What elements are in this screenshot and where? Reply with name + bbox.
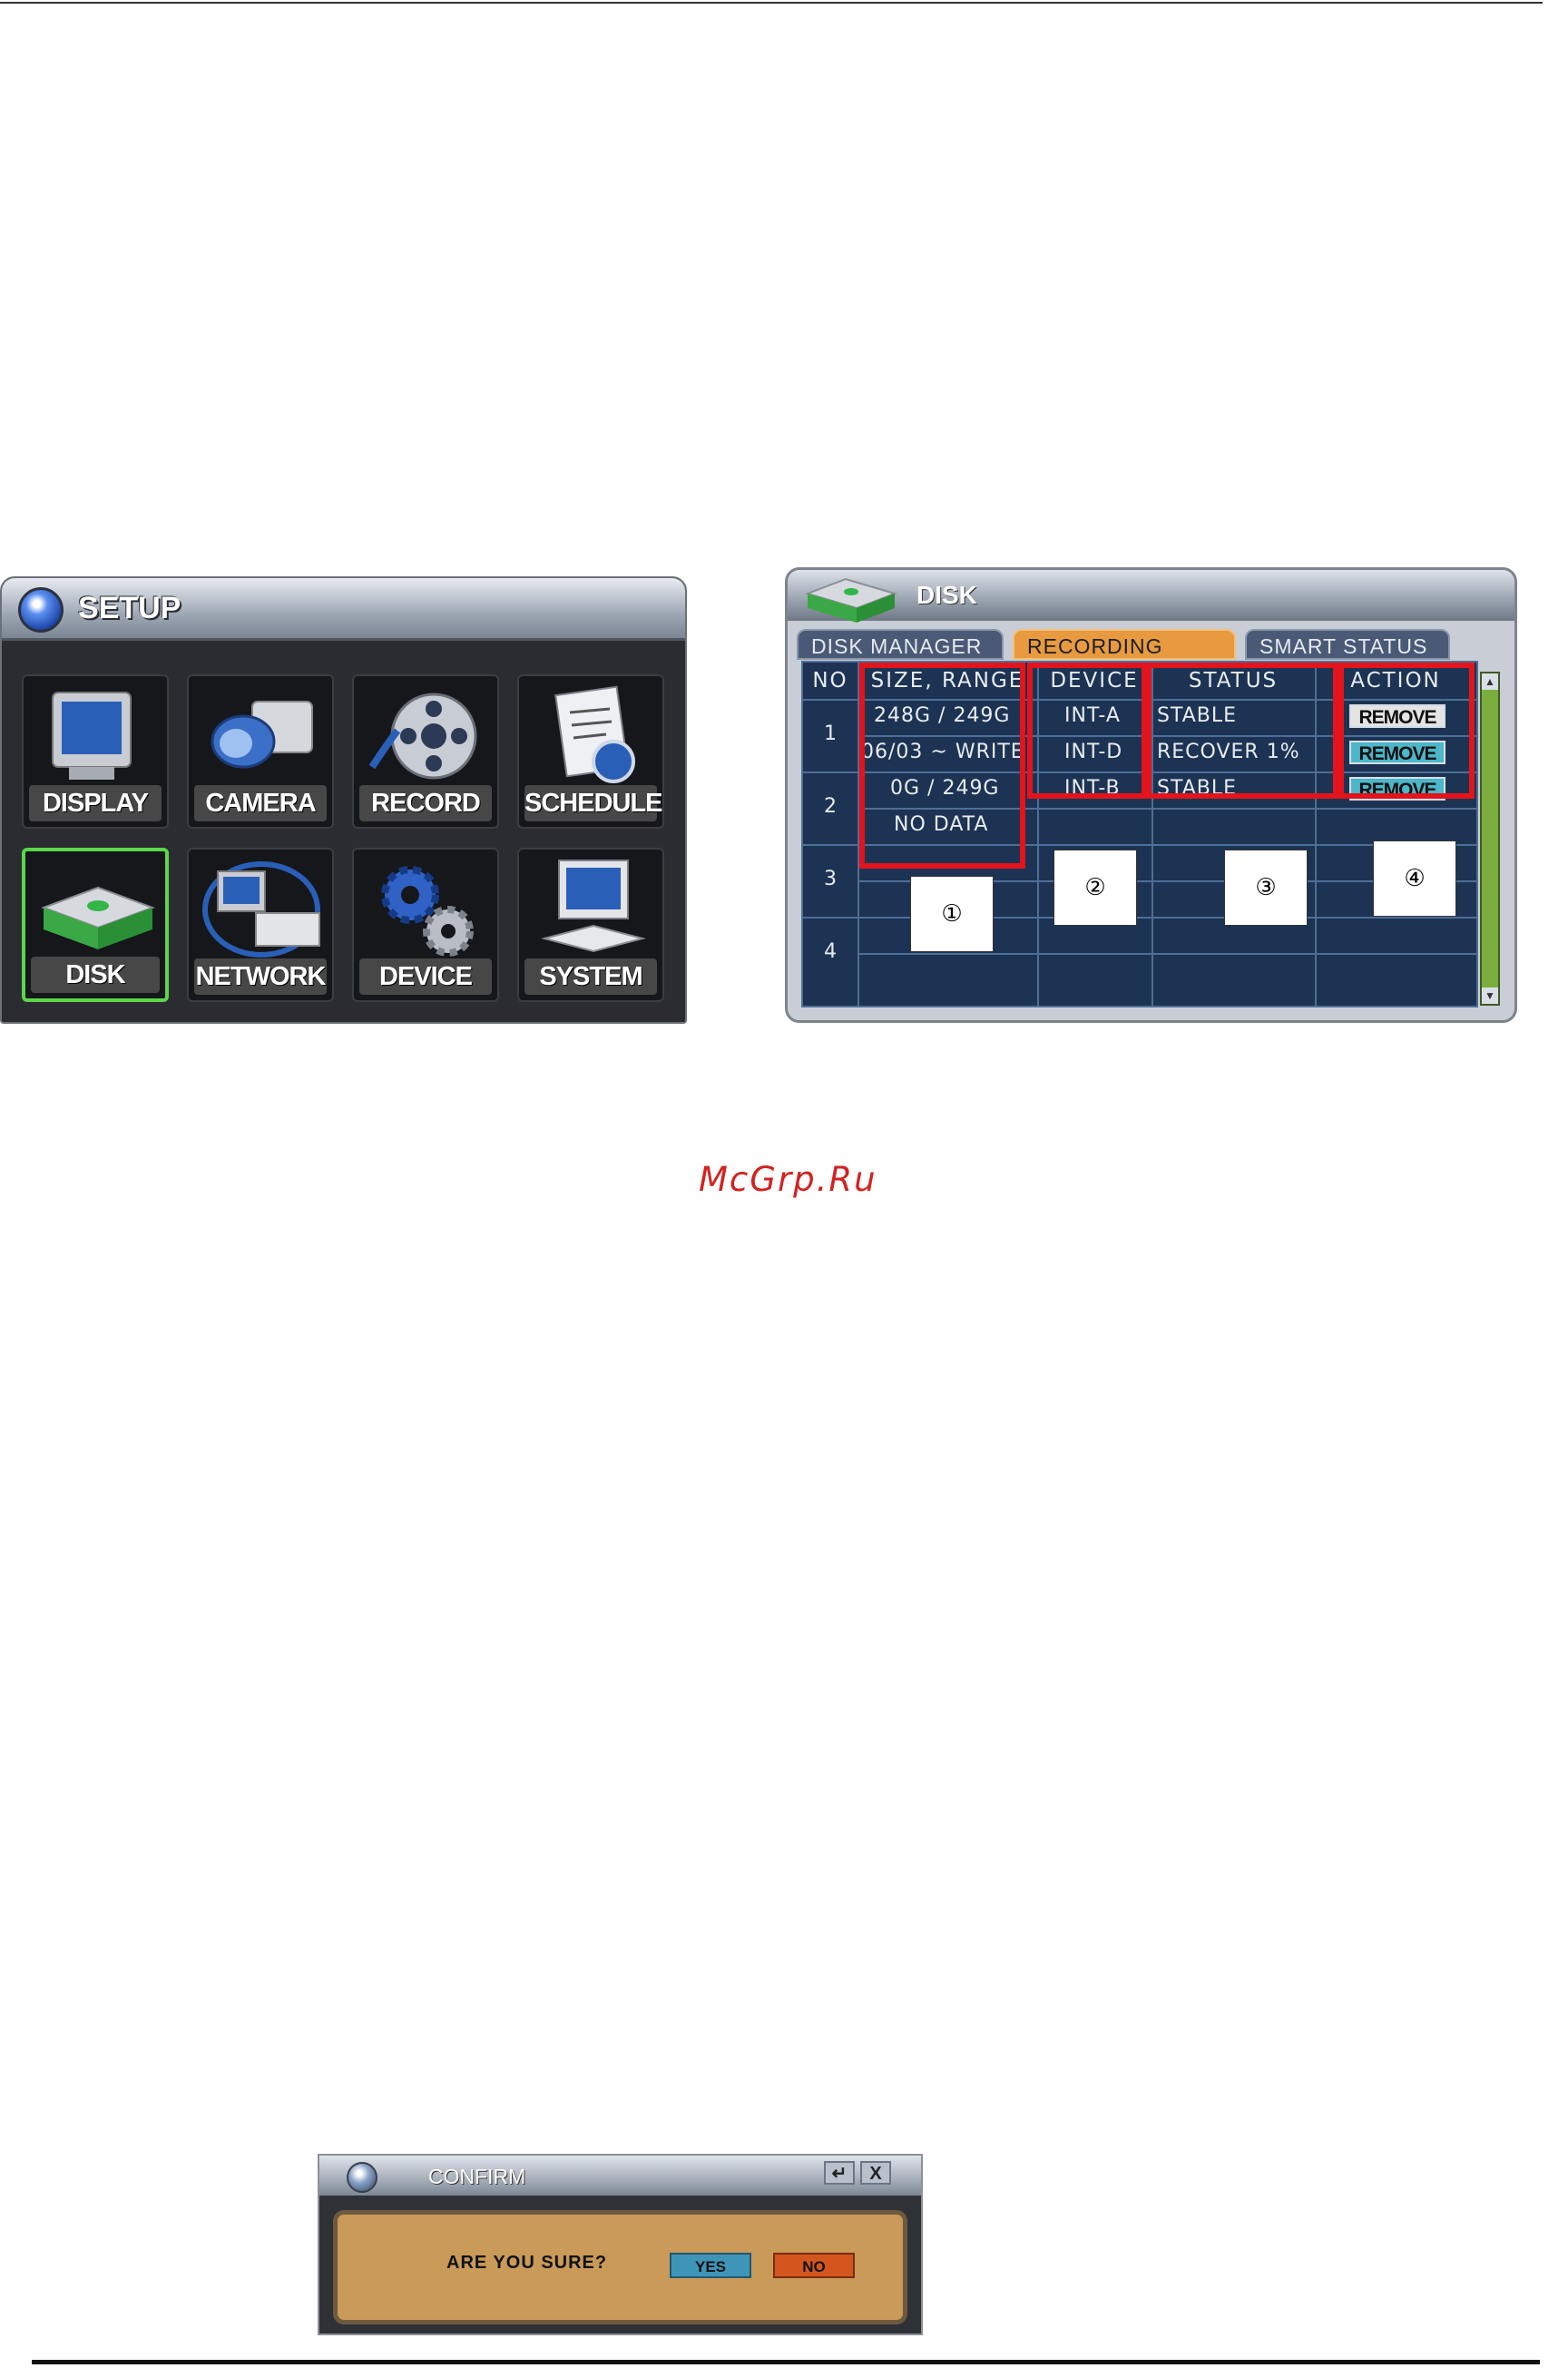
confirm-orb-icon: [347, 2162, 377, 2193]
film-reel-icon: [368, 693, 477, 780]
watermark: McGrp.Ru: [699, 1160, 877, 1199]
row-number: 1: [824, 722, 837, 745]
bottom-rule: [32, 2360, 1540, 2364]
setup-tile-network[interactable]: NETWORK: [187, 848, 334, 1002]
disk-title: DISK: [916, 581, 977, 609]
computer-icon: [541, 860, 646, 953]
tile-label: NETWORK: [194, 958, 327, 995]
callout-label-4: ④: [1373, 840, 1456, 917]
tile-label: SCHEDULE: [524, 785, 662, 821]
table-scrollbar[interactable]: ▲ ▼: [1480, 672, 1500, 1006]
gears-icon: [381, 866, 474, 957]
row-number: 3: [824, 868, 837, 890]
setup-tile-disk[interactable]: DISK: [22, 848, 169, 1002]
tile-label: SYSTEM: [524, 958, 657, 995]
tile-label: DISPLAY: [29, 785, 162, 821]
column-header-no: NO: [812, 669, 848, 693]
setup-tile-device[interactable]: DEVICE: [352, 848, 499, 1002]
camera-icon: [211, 701, 313, 769]
annotation-box-1: [859, 663, 1025, 869]
setup-window: SETUP DISPLAY CAMERA RECORD SCHEDULE DIS…: [0, 576, 687, 1024]
setup-orb-icon: [18, 587, 64, 633]
confirm-dialog: CONFIRM ↵ X ARE YOU SURE? YES NO: [318, 2154, 923, 2335]
close-icon[interactable]: X: [860, 2161, 891, 2185]
calendar-clock-icon: [554, 685, 635, 783]
tab-disk-manager[interactable]: DISK MANAGER: [797, 629, 1004, 660]
setup-tile-camera[interactable]: CAMERA: [187, 674, 334, 829]
setup-tile-record[interactable]: RECORD: [352, 674, 499, 829]
tab-recording-disk[interactable]: RECORDING DISK: [1013, 629, 1236, 689]
setup-title-bar: SETUP: [2, 578, 685, 641]
top-rule: [0, 2, 1543, 4]
yes-button[interactable]: YES: [670, 2253, 751, 2278]
scroll-up-arrow-icon[interactable]: ▲: [1482, 673, 1498, 690]
setup-tile-system[interactable]: SYSTEM: [517, 848, 664, 1002]
callout-label-1: ①: [910, 876, 994, 952]
tile-label: RECORD: [359, 785, 492, 821]
tile-label: CAMERA: [194, 785, 327, 821]
confirm-title: CONFIRM: [428, 2165, 526, 2188]
tile-label: DISK: [31, 957, 160, 993]
confirm-title-bar: CONFIRM ↵ X: [319, 2156, 921, 2196]
hard-disk-icon: [804, 577, 898, 623]
setup-title: SETUP: [78, 591, 181, 625]
scroll-down-arrow-icon[interactable]: ▼: [1482, 987, 1498, 1004]
disk-icon: [41, 886, 155, 949]
network-icon: [202, 861, 320, 958]
tab-smart-status[interactable]: SMART STATUS: [1245, 629, 1450, 660]
disk-title-bar: DISK: [788, 570, 1514, 623]
annotation-box-3: [1146, 663, 1338, 799]
confirm-message: ARE YOU SURE?: [446, 2253, 608, 2273]
confirm-body: ARE YOU SURE? YES NO: [333, 2210, 907, 2324]
enter-icon[interactable]: ↵: [824, 2161, 855, 2185]
no-button[interactable]: NO: [773, 2253, 855, 2278]
row-number: 2: [824, 795, 837, 818]
disk-window: DISK DISK MANAGER RECORDING DISK SMART S…: [785, 567, 1517, 1023]
annotation-box-2: [1027, 663, 1147, 799]
monitor-icon: [52, 692, 132, 780]
setup-tile-schedule[interactable]: SCHEDULE: [517, 674, 664, 829]
callout-label-2: ②: [1054, 850, 1137, 926]
row-number: 4: [824, 940, 837, 963]
annotation-box-4: [1338, 663, 1475, 799]
callout-label-3: ③: [1224, 850, 1308, 926]
setup-tile-display[interactable]: DISPLAY: [22, 674, 169, 829]
tile-label: DEVICE: [359, 958, 492, 995]
